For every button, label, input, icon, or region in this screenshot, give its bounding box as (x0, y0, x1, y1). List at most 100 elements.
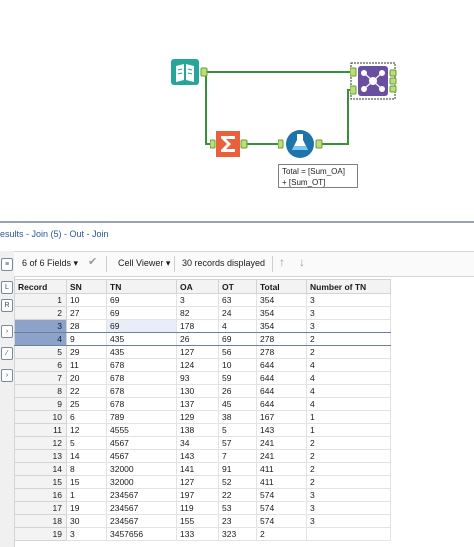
column-header[interactable]: TN (106, 279, 177, 294)
table-cell[interactable]: 124 (176, 358, 219, 372)
table-cell[interactable]: 789 (106, 410, 177, 424)
table-cell[interactable]: 129 (176, 410, 219, 424)
column-header[interactable]: Number of TN (306, 279, 391, 294)
table-cell[interactable]: 3 (176, 293, 219, 307)
table-cell[interactable]: 574 (256, 514, 307, 528)
table-cell[interactable]: 14 (66, 449, 107, 463)
table-cell[interactable]: 30 (66, 514, 107, 528)
input-data-tool[interactable] (170, 58, 210, 86)
table-cell[interactable]: 2 (306, 436, 391, 450)
record-number[interactable]: 4 (14, 332, 67, 346)
table-cell[interactable]: 644 (256, 371, 307, 385)
table-row[interactable]: 16 1 234567 197 22 574 3 (14, 488, 391, 502)
table-cell[interactable]: 6 (66, 410, 107, 424)
table-cell[interactable]: 82 (176, 306, 219, 320)
table-cell[interactable]: 4 (306, 384, 391, 398)
record-number[interactable]: 10 (14, 410, 67, 424)
table-cell[interactable]: 155 (176, 514, 219, 528)
table-cell[interactable]: 4555 (106, 423, 177, 437)
record-number[interactable]: 13 (14, 449, 67, 463)
table-cell[interactable]: 138 (176, 423, 219, 437)
table-cell[interactable]: 3 (306, 319, 391, 333)
table-cell[interactable]: 644 (256, 384, 307, 398)
table-cell[interactable]: 678 (106, 397, 177, 411)
table-cell[interactable]: 8 (66, 462, 107, 476)
table-cell[interactable]: 53 (218, 501, 257, 515)
record-number[interactable]: 18 (14, 514, 67, 528)
record-number[interactable]: 14 (14, 462, 67, 476)
column-header[interactable]: Total (256, 279, 307, 294)
table-cell[interactable]: 9 (66, 332, 107, 346)
table-cell[interactable]: 234567 (106, 488, 177, 502)
table-cell[interactable]: 5 (66, 436, 107, 450)
record-number[interactable]: 9 (14, 397, 67, 411)
table-cell[interactable]: 20 (66, 371, 107, 385)
table-cell[interactable]: 1 (306, 423, 391, 437)
table-row[interactable]: 9 25 678 137 45 644 4 (14, 397, 391, 411)
table-cell[interactable]: 678 (106, 384, 177, 398)
table-row[interactable]: 6 11 678 124 10 644 4 (14, 358, 391, 372)
filter-icon[interactable]: ⁄ (1, 347, 13, 360)
table-cell[interactable]: 91 (218, 462, 257, 476)
record-number[interactable]: 6 (14, 358, 67, 372)
record-number[interactable]: 3 (14, 319, 67, 333)
table-cell[interactable]: 26 (176, 332, 219, 346)
table-cell[interactable]: 435 (106, 332, 177, 346)
table-cell[interactable]: 27 (66, 306, 107, 320)
formula-tool[interactable] (278, 128, 324, 160)
table-row[interactable]: 17 19 234567 119 53 574 3 (14, 501, 391, 515)
table-cell[interactable]: 411 (256, 475, 307, 489)
column-header[interactable]: Record (14, 279, 67, 294)
table-cell[interactable]: 644 (256, 397, 307, 411)
table-cell[interactable]: 11 (66, 358, 107, 372)
table-cell[interactable]: 3 (306, 501, 391, 515)
summarize-tool[interactable] (210, 130, 248, 158)
table-cell[interactable]: 34 (176, 436, 219, 450)
table-row[interactable]: 15 15 32000 127 52 411 2 (14, 475, 391, 489)
table-cell[interactable]: 29 (66, 345, 107, 359)
table-cell[interactable]: 28 (66, 319, 107, 333)
table-cell[interactable]: 167 (256, 410, 307, 424)
join-tool[interactable] (350, 62, 402, 100)
record-number[interactable]: 11 (14, 423, 67, 437)
cell-viewer-dropdown[interactable]: Cell Viewer ▾ (118, 258, 170, 269)
table-cell[interactable]: 63 (218, 293, 257, 307)
table-cell[interactable]: 3 (306, 488, 391, 502)
record-number[interactable]: 17 (14, 501, 67, 515)
record-number[interactable]: 8 (14, 384, 67, 398)
table-row[interactable]: 19 3 3457656 133 323 2 (14, 527, 391, 541)
table-cell[interactable]: 241 (256, 436, 307, 450)
table-cell[interactable]: 93 (176, 371, 219, 385)
table-cell[interactable]: 354 (256, 319, 307, 333)
export-icon[interactable]: › (1, 369, 13, 382)
table-row[interactable]: 3 28 69 178 4 354 3 (14, 319, 391, 333)
table-row[interactable]: 7 20 678 93 59 644 4 (14, 371, 391, 385)
table-cell[interactable]: 22 (66, 384, 107, 398)
table-cell[interactable]: 323 (218, 527, 257, 541)
table-cell[interactable]: 141 (176, 462, 219, 476)
table-cell[interactable]: 278 (256, 345, 307, 359)
table-cell[interactable]: 574 (256, 501, 307, 515)
record-number[interactable]: 19 (14, 527, 67, 541)
table-row[interactable]: 5 29 435 127 56 278 2 (14, 345, 391, 359)
table-cell[interactable]: 234567 (106, 501, 177, 515)
table-cell[interactable]: 3457656 (106, 527, 177, 541)
table-cell[interactable]: 12 (66, 423, 107, 437)
table-row[interactable]: 11 12 4555 138 5 143 1 (14, 423, 391, 437)
table-cell[interactable]: 130 (176, 384, 219, 398)
table-cell[interactable]: 5 (218, 423, 257, 437)
table-cell[interactable]: 127 (176, 475, 219, 489)
table-cell[interactable]: 22 (218, 488, 257, 502)
table-cell[interactable]: 354 (256, 293, 307, 307)
table-cell[interactable]: 178 (176, 319, 219, 333)
table-cell[interactable]: 2 (306, 332, 391, 346)
table-cell[interactable]: 3 (306, 514, 391, 528)
record-number[interactable]: 16 (14, 488, 67, 502)
record-number[interactable]: 2 (14, 306, 67, 320)
table-cell[interactable]: 32000 (106, 475, 177, 489)
table-cell[interactable]: 10 (218, 358, 257, 372)
table-cell[interactable]: 24 (218, 306, 257, 320)
record-number[interactable]: 12 (14, 436, 67, 450)
table-cell[interactable]: 38 (218, 410, 257, 424)
table-cell[interactable]: 57 (218, 436, 257, 450)
